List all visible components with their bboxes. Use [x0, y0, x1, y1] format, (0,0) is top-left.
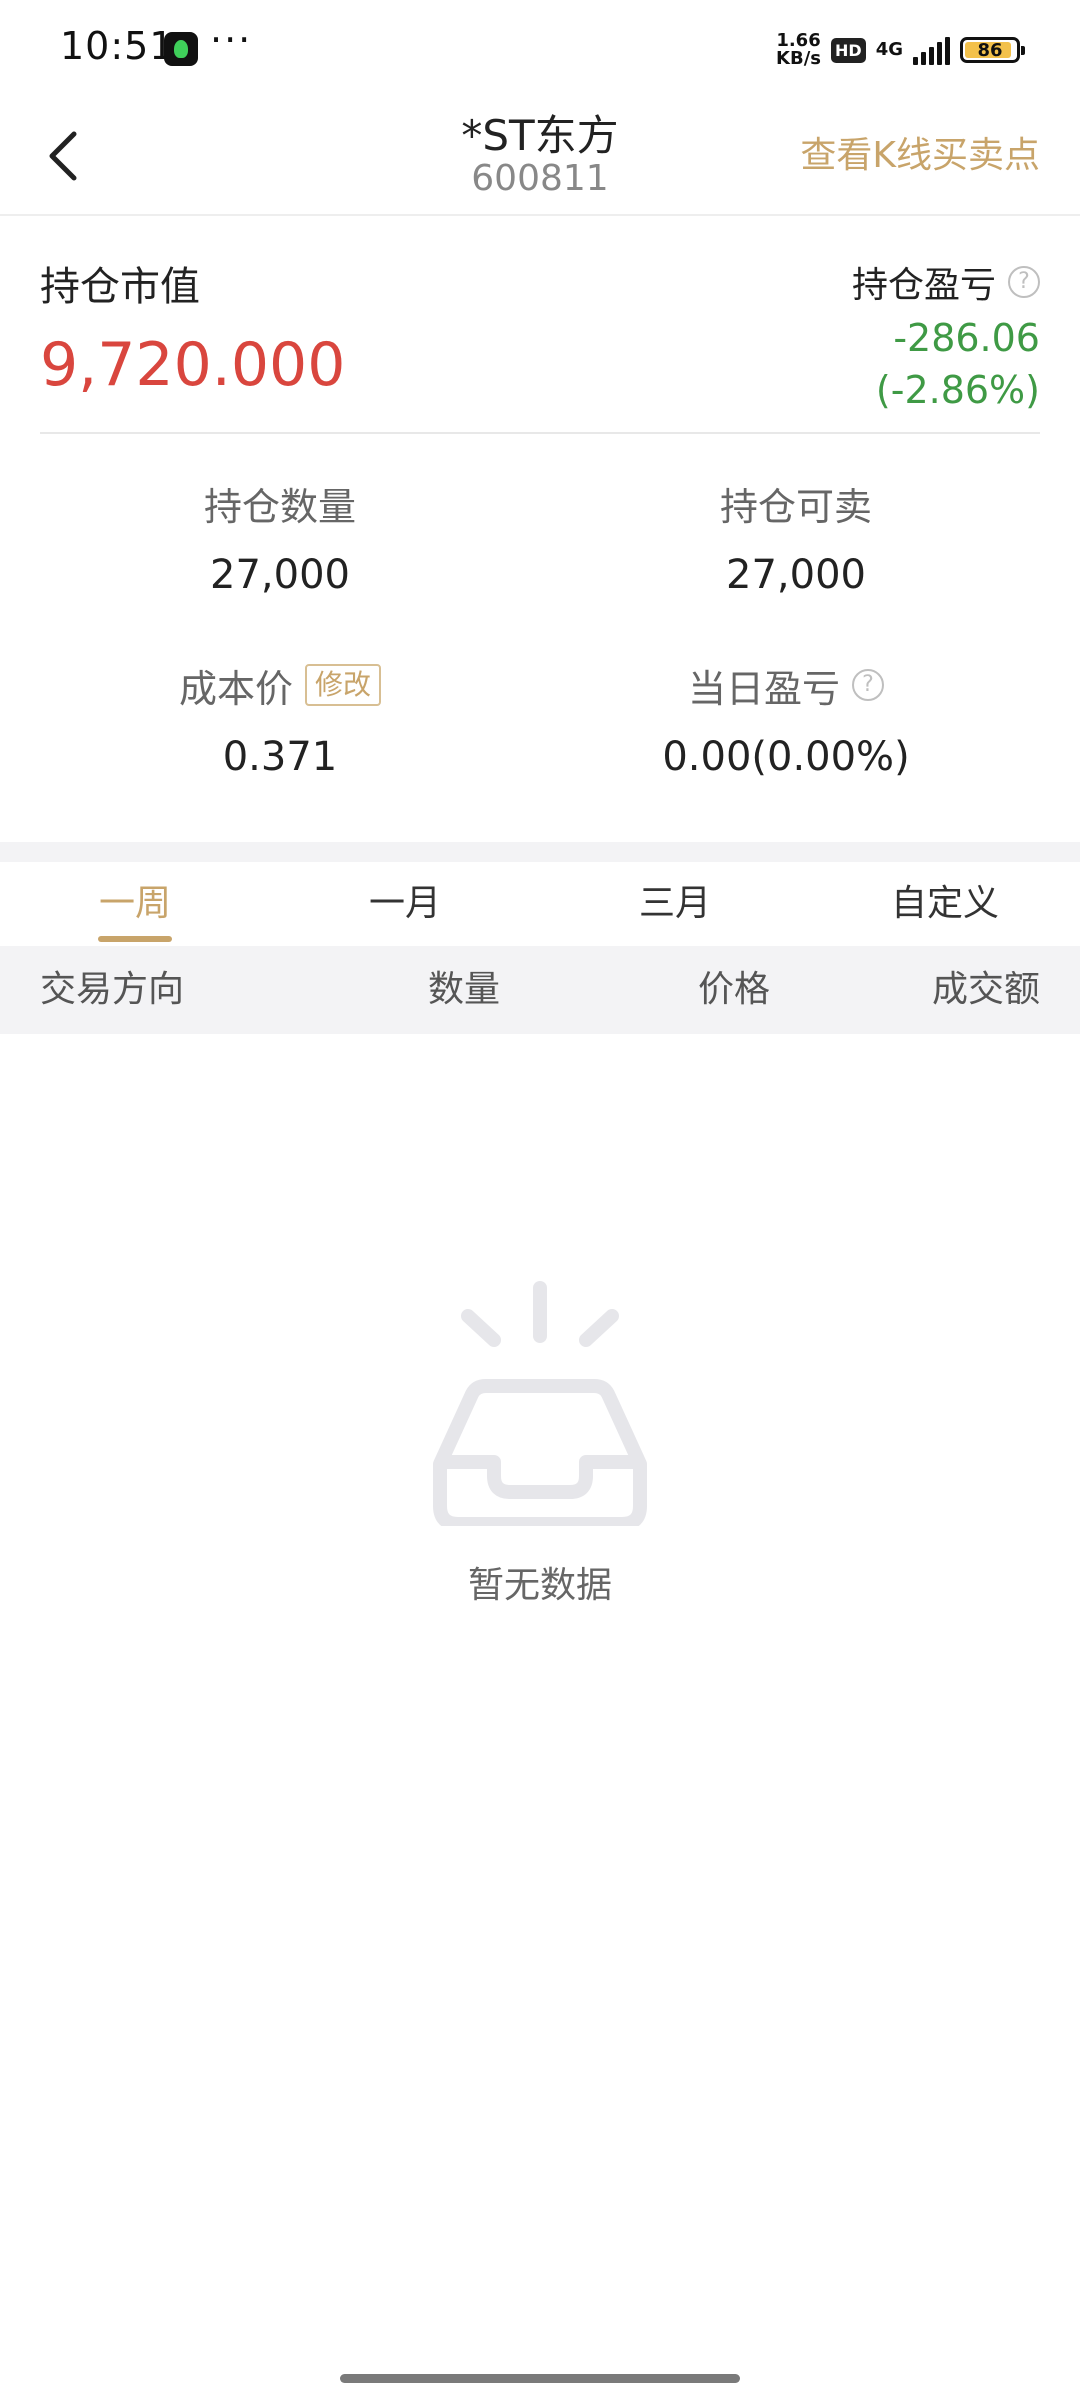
profit-loss-label: 持仓盈亏: [851, 265, 996, 306]
tab-one-week[interactable]: 一周: [0, 862, 270, 946]
section-divider: [0, 842, 1080, 862]
quantity-value: 27,000: [210, 552, 350, 598]
column-price: 价格: [698, 969, 771, 1010]
market-value: 9,720.000: [40, 330, 346, 400]
app-notification-icon: [164, 32, 198, 66]
status-bar: 10:51 ··· 1.66 KB/s HD 4G 86: [0, 0, 1080, 96]
more-notifications-icon: ···: [210, 18, 253, 62]
inbox-empty-icon: [433, 1281, 647, 1526]
cost-price-label: 成本价: [178, 666, 293, 711]
tab-three-months[interactable]: 三月: [540, 862, 810, 946]
period-tabs: 一周 一月 三月 自定义: [0, 862, 1080, 946]
network-speed: 1.66 KB/s: [776, 32, 821, 68]
stat-daily-pl: 当日盈亏 ? 0.00(0.00%): [586, 660, 986, 781]
profit-loss-percent: (-2.86%): [875, 368, 1040, 412]
edit-cost-button[interactable]: 修改: [305, 664, 382, 706]
stat-sellable: 持仓可卖 27,000: [596, 478, 996, 599]
column-quantity: 数量: [428, 969, 501, 1010]
home-indicator[interactable]: [340, 2374, 740, 2383]
profit-loss-value: -286.06: [893, 316, 1040, 360]
empty-state-text: 暂无数据: [467, 1565, 612, 1606]
trades-table-header: 交易方向 数量 价格 成交额: [0, 946, 1080, 1034]
hd-badge: HD: [831, 37, 866, 63]
stat-quantity: 持仓数量 27,000: [80, 478, 480, 599]
status-time: 10:51: [60, 24, 175, 68]
sellable-value: 27,000: [726, 552, 866, 598]
tab-custom[interactable]: 自定义: [810, 862, 1080, 946]
view-kline-points-link[interactable]: 查看K线买卖点: [800, 126, 1040, 178]
daily-pl-value: 0.00(0.00%): [662, 734, 910, 780]
position-summary: 持仓市值 9,720.000 持仓盈亏 ? -286.06 (-2.86%): [40, 216, 1040, 434]
battery-icon: 86: [960, 37, 1025, 63]
battery-level: 86: [977, 39, 1003, 61]
nav-bar: *ST东方 600811 查看K线买卖点: [0, 96, 1080, 216]
network-speed-unit: KB/s: [776, 48, 822, 69]
network-type: 4G: [875, 39, 903, 60]
profit-loss-header: 持仓盈亏 ?: [852, 256, 1040, 308]
help-circle-icon[interactable]: ?: [852, 669, 884, 701]
tab-one-month[interactable]: 一月: [270, 862, 540, 946]
status-indicators: 1.66 KB/s HD 4G 86: [776, 28, 1025, 72]
quantity-label: 持仓数量: [203, 484, 356, 529]
sellable-label: 持仓可卖: [719, 484, 872, 529]
cost-price-value: 0.371: [222, 734, 338, 780]
help-circle-icon[interactable]: ?: [1008, 266, 1040, 298]
daily-pl-label: 当日盈亏: [687, 666, 840, 711]
stat-cost-price: 成本价 修改 0.371: [80, 660, 480, 780]
column-direction: 交易方向: [40, 969, 185, 1010]
column-amount: 成交额: [931, 969, 1040, 1010]
market-value-label: 持仓市值: [40, 264, 200, 310]
signal-icon: [913, 35, 950, 65]
